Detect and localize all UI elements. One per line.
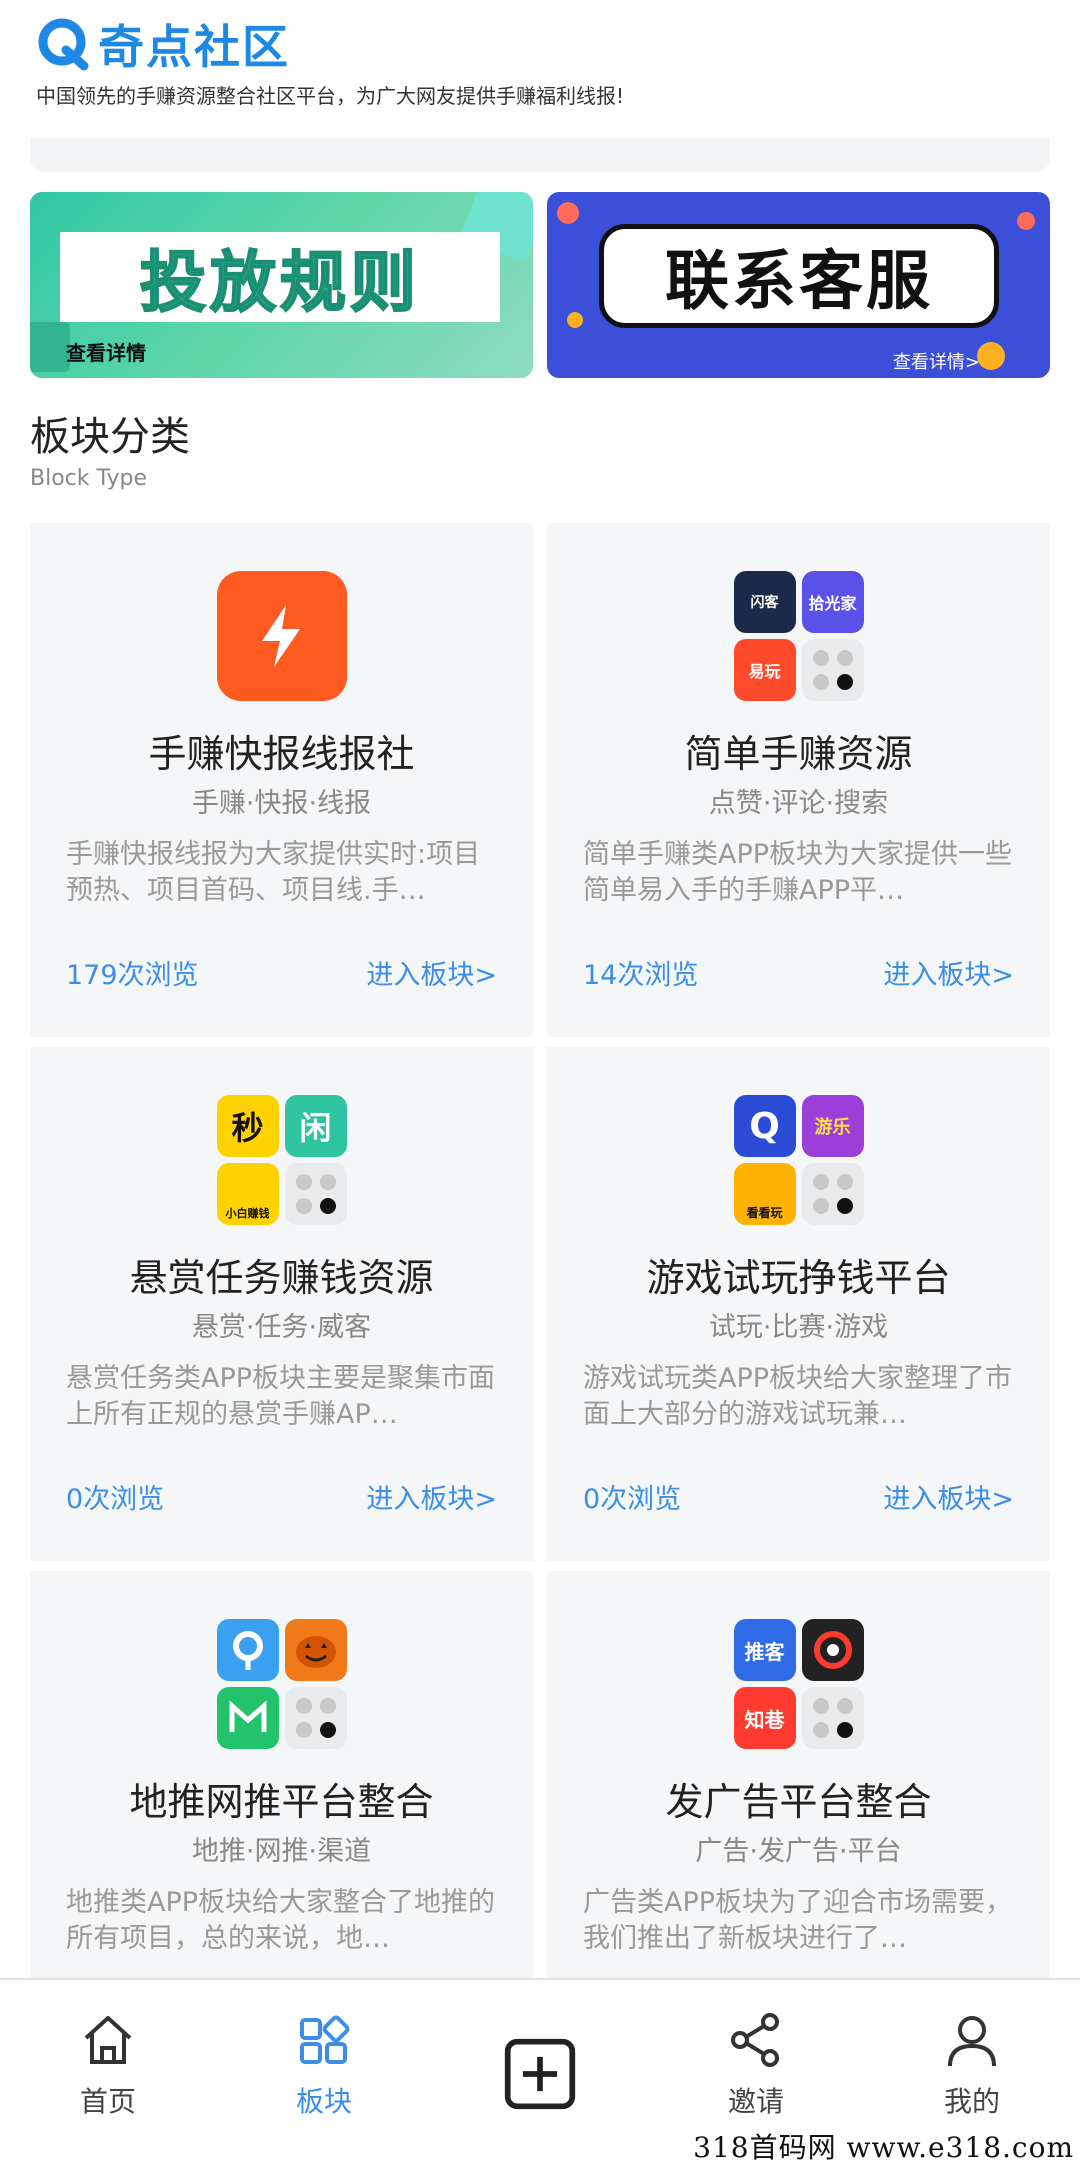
logo[interactable]: 奇点社区 — [36, 14, 1046, 74]
banner-rules-board: 投放规则 — [60, 232, 500, 322]
app-icon-shanke: 闪客 — [733, 571, 796, 633]
more-apps-icon — [284, 1163, 347, 1225]
block-card[interactable]: Q 游乐 看看玩 游戏试玩挣钱平台 试玩·比赛·游戏 游戏试玩类APP板块给大家… — [547, 1047, 1050, 1561]
nav-me-label: 我的 — [943, 2085, 1000, 2118]
lightning-icon — [216, 571, 347, 701]
section-subtitle: Block Type — [30, 466, 148, 491]
page: 奇点社区 中国领先的手赚资源整合社区平台，为广大网友提供手赚福利线报! 投放规则… — [0, 0, 1080, 2167]
block-tags: 点赞·评论·搜索 — [708, 788, 889, 819]
block-title: 悬赏任务赚钱资源 — [129, 1256, 434, 1300]
more-apps-icon — [801, 639, 864, 701]
app-icon-miao: 秒 — [216, 1095, 279, 1157]
tagline: 中国领先的手赚资源整合社区平台，为广大网友提供手赚福利线报! — [36, 84, 625, 108]
banner-service[interactable]: 联系客服 查看详情> — [547, 192, 1050, 378]
app-icon-tuike: 推客 — [733, 1619, 796, 1681]
block-icon-group: Q 游乐 看看玩 — [733, 1095, 864, 1225]
banner-rules-more[interactable]: 查看详情 — [66, 337, 146, 366]
more-apps-icon — [284, 1687, 347, 1749]
banner-service-title: 联系客服 — [665, 245, 933, 319]
block-title: 地推网推平台整合 — [129, 1780, 434, 1824]
logo-q-icon — [36, 16, 92, 72]
block-tags: 地推·网推·渠道 — [191, 1836, 372, 1867]
block-tags: 广告·发广告·平台 — [695, 1836, 902, 1867]
section-title: 板块分类 — [30, 414, 190, 460]
enter-block-link[interactable]: 进入板块> — [883, 1477, 1014, 1516]
block-card[interactable]: 秒 闲 小白赚钱 悬赏任务赚钱资源 悬赏·任务·威客 悬赏任务类APP板块主要是… — [30, 1047, 533, 1561]
banner-rules-title: 投放规则 — [139, 243, 420, 322]
map-pin-app-icon — [216, 1619, 279, 1681]
decor-dot-icon — [1017, 212, 1035, 230]
app-icon-q: Q — [733, 1095, 796, 1157]
banner-service-board: 联系客服 — [599, 224, 999, 328]
nav-blocks-label: 板块 — [295, 2085, 352, 2118]
share-icon — [731, 2013, 779, 2067]
enter-block-link[interactable]: 进入板块> — [366, 1477, 497, 1516]
block-title: 游戏试玩挣钱平台 — [646, 1256, 951, 1300]
pumpkin-app-icon — [284, 1619, 347, 1681]
block-title: 手赚快报线报社 — [148, 732, 415, 776]
decor-dot-icon — [567, 312, 583, 328]
app-icon-zhixiang: 知巷 — [733, 1687, 796, 1749]
app-icon-youle: 游乐 — [801, 1095, 864, 1157]
block-description: 地推类APP板块给大家整合了地推的所有项目，总的来说，地… — [66, 1887, 496, 1954]
block-icon-group — [216, 1619, 347, 1749]
block-description: 手赚快报线报为大家提供实时:项目预热、项目首码、项目线.手… — [66, 839, 481, 906]
banner-rules[interactable]: 投放规则 查看详情 — [30, 192, 533, 378]
block-views: 0次浏览 — [66, 1484, 165, 1515]
block-views: 0次浏览 — [583, 1484, 682, 1515]
nav-me[interactable]: 我的 — [864, 1980, 1080, 2128]
enter-block-link[interactable]: 进入板块> — [366, 953, 497, 992]
block-description: 悬赏任务类APP板块主要是聚集市面上所有正规的悬赏手赚AP… — [66, 1363, 496, 1430]
watermark: 318首码网 www.e318.com — [693, 2131, 1074, 2164]
decor-cube-icon — [30, 322, 70, 372]
header: 奇点社区 中国领先的手赚资源整合社区平台，为广大网友提供手赚福利线报! — [36, 14, 1046, 114]
app-icon-xiaobai: 小白赚钱 — [216, 1163, 279, 1225]
block-views: 179次浏览 — [66, 960, 199, 991]
block-card[interactable]: 推客 知巷 发广告平台整合 广告·发广告·平台 广告类APP板块为了迎合市场需要… — [547, 1571, 1050, 2001]
block-description: 简单手赚类APP板块为大家提供一些简单易入手的手赚APP平… — [583, 839, 1013, 906]
more-apps-icon — [801, 1163, 864, 1225]
decor-dot-icon — [977, 342, 1005, 370]
target-app-icon — [801, 1619, 864, 1681]
decor-dot-icon — [557, 202, 579, 224]
block-card[interactable]: 地推网推平台整合 地推·网推·渠道 地推类APP板块给大家整合了地推的所有项目，… — [30, 1571, 533, 2001]
nav-invite[interactable]: 邀请 — [648, 1980, 864, 2128]
nav-home-label: 首页 — [79, 2085, 136, 2118]
logo-text: 奇点社区 — [98, 20, 290, 74]
block-card[interactable]: 闪客 拾光家 易玩 简单手赚资源 点赞·评论·搜索 简单手赚类APP板块为大家提… — [547, 523, 1050, 1037]
block-description: 游戏试玩类APP板块给大家整理了市面上大部分的游戏试玩兼… — [583, 1363, 1013, 1430]
bottom-nav: 首页 板块 邀请 我的 — [0, 1978, 1080, 2128]
app-icon-xian: 闲 — [284, 1095, 347, 1157]
block-title: 简单手赚资源 — [684, 732, 913, 776]
banner-row: 投放规则 查看详情 联系客服 查看详情> — [30, 192, 1050, 378]
block-tags: 试玩·比赛·游戏 — [708, 1312, 889, 1343]
m-app-icon — [216, 1687, 279, 1749]
nav-post[interactable] — [432, 1980, 648, 2128]
user-icon — [948, 2016, 996, 2067]
nav-home[interactable]: 首页 — [0, 1980, 216, 2128]
nav-invite-label: 邀请 — [727, 2085, 784, 2118]
block-title: 发广告平台整合 — [665, 1780, 932, 1824]
block-tags: 悬赏·任务·威客 — [191, 1312, 372, 1343]
home-icon — [84, 2016, 132, 2064]
block-icon-group: 推客 知巷 — [733, 1619, 864, 1749]
block-icon — [216, 571, 347, 701]
app-icon-shiguangjia: 拾光家 — [801, 571, 864, 633]
block-card[interactable]: 手赚快报线报社 手赚·快报·线报 手赚快报线报为大家提供实时:项目预热、项目首码… — [30, 523, 533, 1037]
block-description: 广告类APP板块为了迎合市场需要，我们推出了新板块进行了… — [583, 1887, 1013, 1954]
block-tags: 手赚·快报·线报 — [191, 788, 372, 819]
nav-blocks[interactable]: 板块 — [216, 1980, 432, 2128]
plus-icon — [504, 2038, 576, 2110]
more-apps-icon — [801, 1687, 864, 1749]
grid-icon — [300, 2015, 350, 2064]
app-icon-kankanwan: 看看玩 — [733, 1163, 796, 1225]
block-views: 14次浏览 — [583, 960, 699, 991]
block-icon-group: 秒 闲 小白赚钱 — [216, 1095, 347, 1225]
app-icon-yiwan: 易玩 — [733, 639, 796, 701]
enter-block-link[interactable]: 进入板块> — [883, 953, 1014, 992]
notice-strip[interactable] — [30, 138, 1050, 172]
block-icon-group: 闪客 拾光家 易玩 — [733, 571, 864, 701]
banner-service-more[interactable]: 查看详情> — [893, 348, 980, 374]
block-grid: 手赚快报线报社 手赚·快报·线报 手赚快报线报为大家提供实时:项目预热、项目首码… — [30, 523, 1050, 2001]
